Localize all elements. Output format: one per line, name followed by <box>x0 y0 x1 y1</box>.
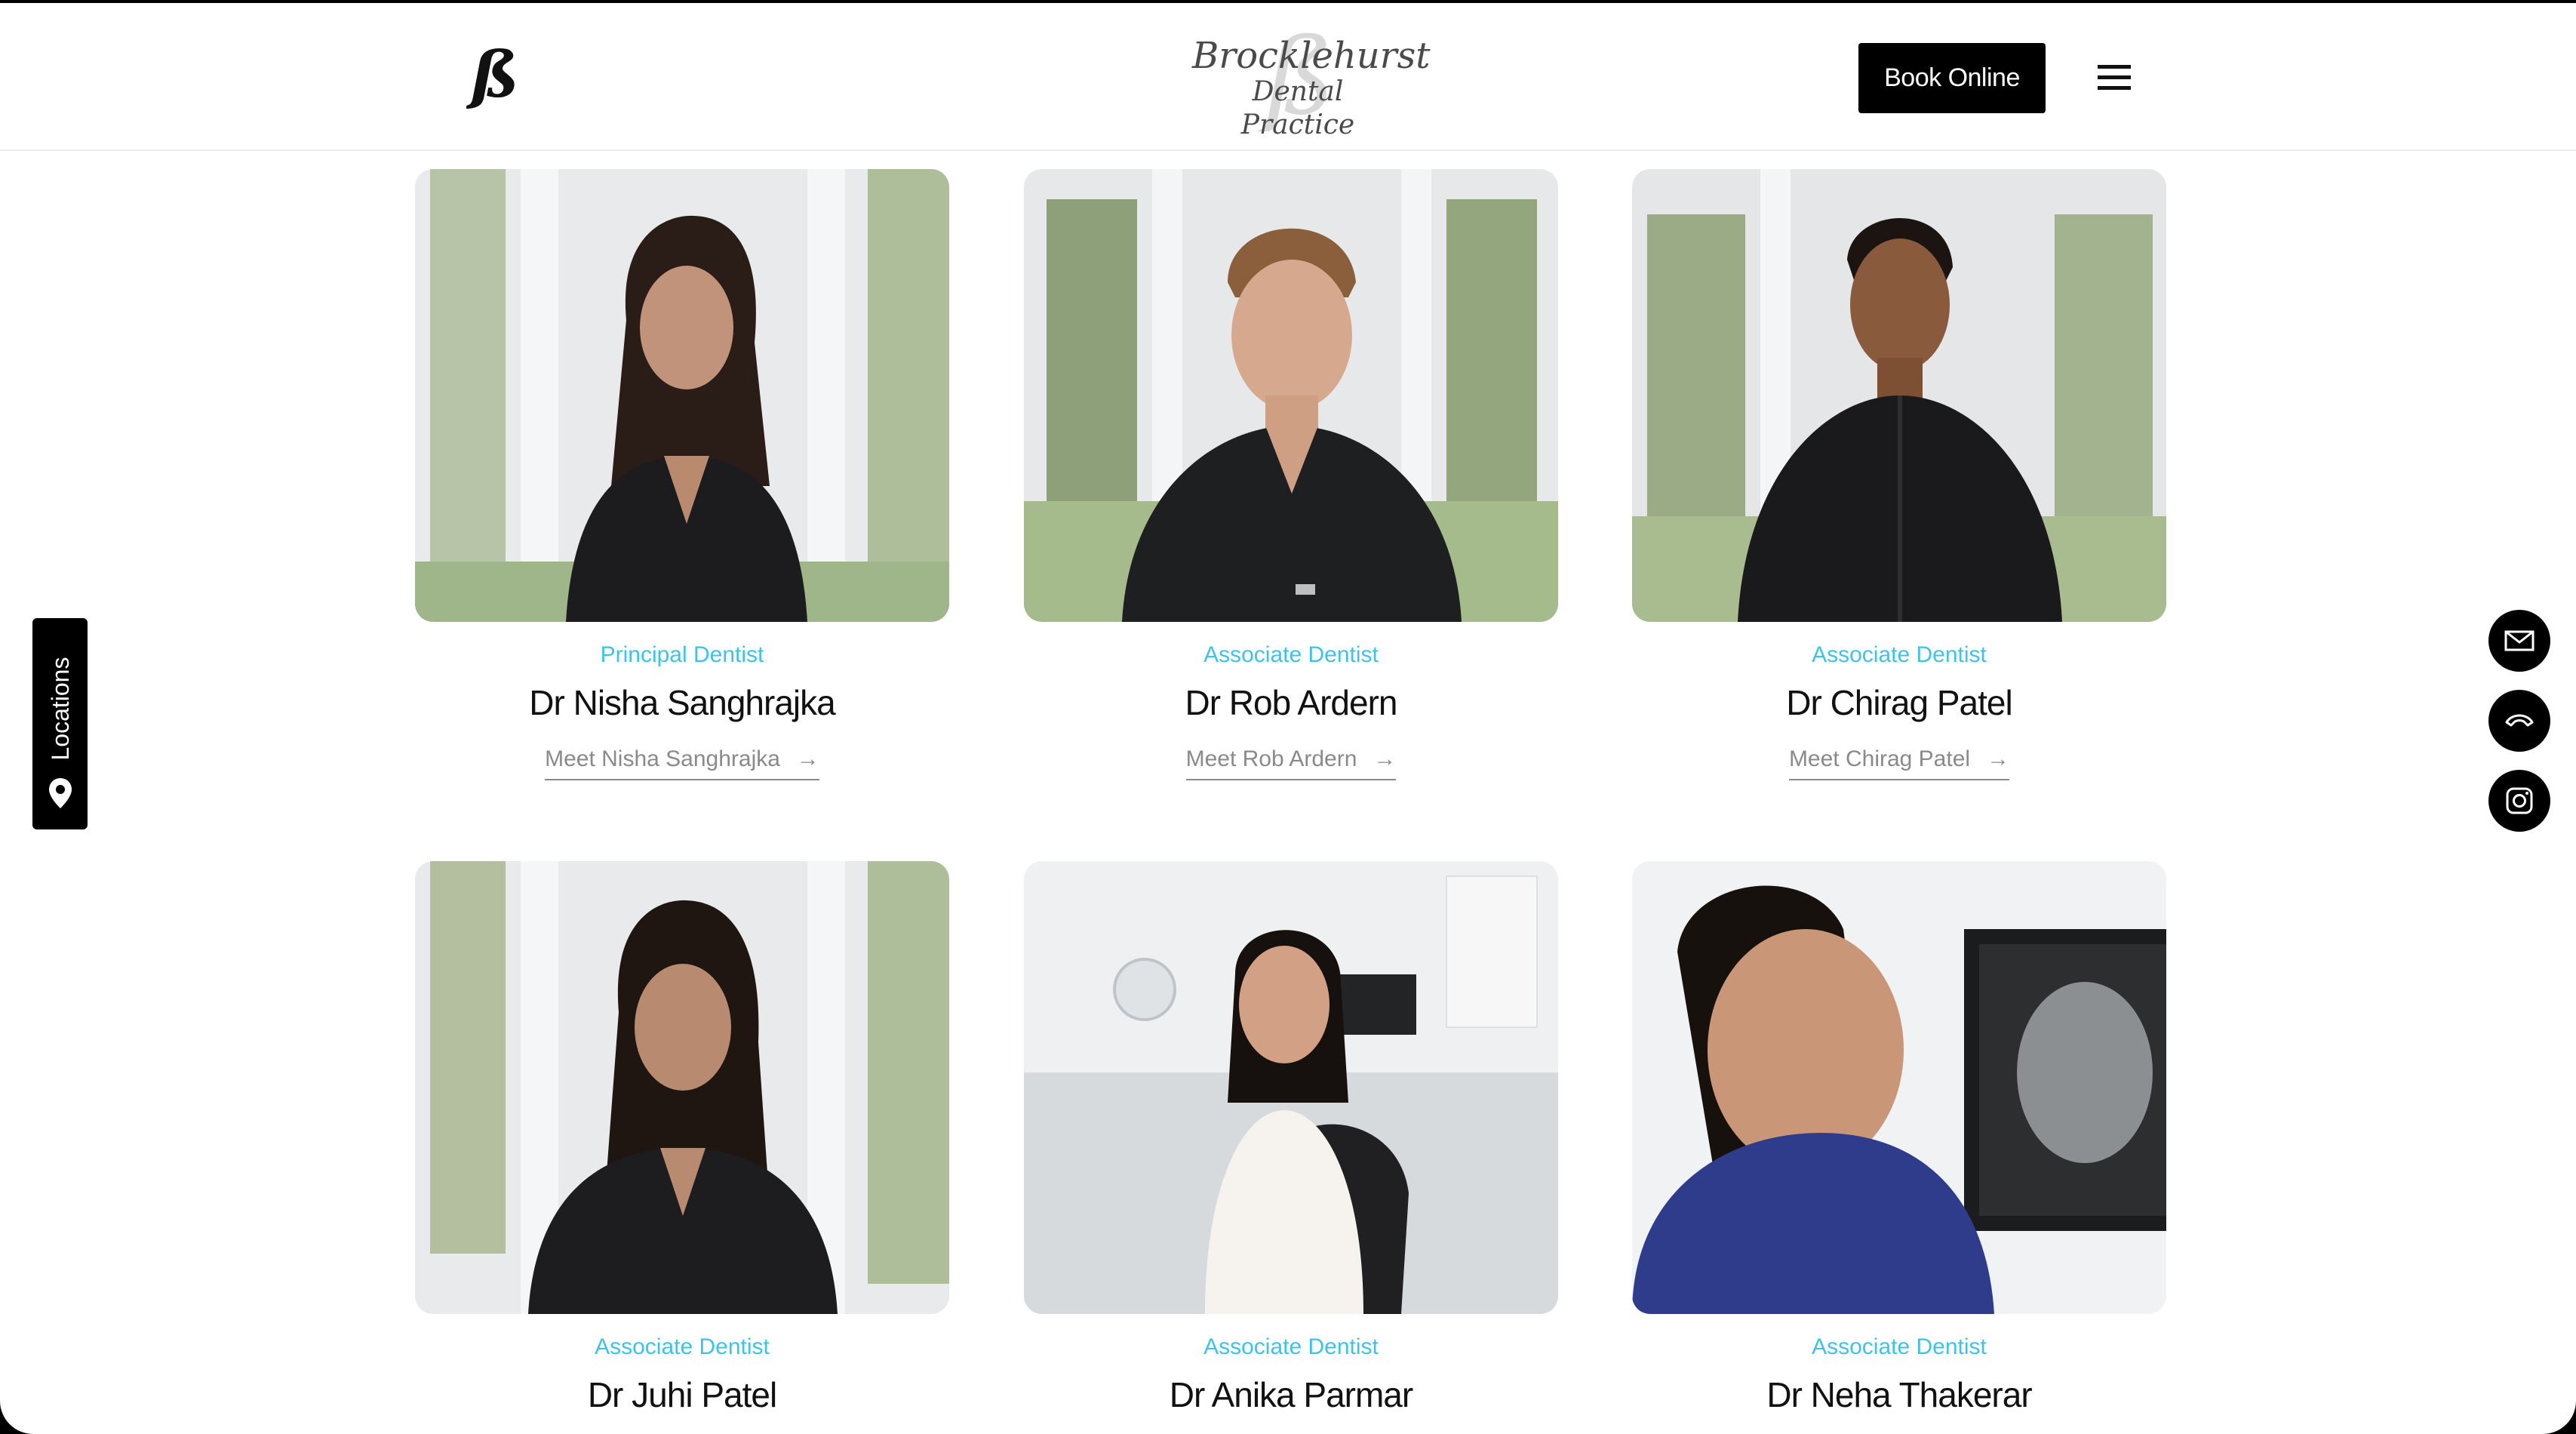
arrow-right-icon: → <box>1373 746 1397 771</box>
locations-tab[interactable]: Locations <box>32 618 88 829</box>
beta-logo-icon: ß <box>466 37 519 112</box>
map-pin-icon <box>49 778 72 808</box>
menu-bar <box>2098 75 2131 79</box>
svg-text:ß: ß <box>466 37 519 112</box>
brand-logo[interactable]: ß Brocklehurst Dental Practice <box>1192 26 1431 140</box>
portrait-image <box>415 169 949 622</box>
dentist-photo[interactable] <box>1632 861 2166 1314</box>
portrait-image <box>415 861 949 1314</box>
dentist-role: Associate Dentist <box>1203 1334 1379 1359</box>
meet-link-label: Meet Nisha Sanghrajka <box>545 746 780 771</box>
instagram-icon <box>2506 787 2533 814</box>
page: ß ß Brocklehurst Dental Practice Book On… <box>0 3 2576 1434</box>
dentist-name: Dr Anika Parmar <box>1169 1375 1413 1414</box>
portrait-image <box>1024 861 1558 1314</box>
portrait-image <box>1632 169 2166 622</box>
logo-link[interactable]: ß <box>466 33 519 116</box>
dentist-photo[interactable] <box>1632 169 2166 622</box>
locations-label: Locations <box>47 657 74 761</box>
menu-bar <box>2098 65 2131 69</box>
email-button[interactable] <box>2488 610 2550 672</box>
portrait-image <box>1024 169 1558 622</box>
book-online-button[interactable]: Book Online <box>1858 43 2046 113</box>
dentist-name: Dr Chirag Patel <box>1786 683 2012 722</box>
portrait-image <box>1632 861 2166 1314</box>
phone-icon <box>2505 714 2534 727</box>
meet-link-label: Meet Rob Ardern <box>1185 746 1357 771</box>
hamburger-menu-icon[interactable] <box>2098 65 2131 91</box>
dentist-photo[interactable] <box>415 169 949 622</box>
arrow-right-icon: → <box>796 746 819 771</box>
meet-dentist-link[interactable]: Meet Chirag Patel → <box>1788 744 2010 780</box>
meet-link-wrap: Meet Rob Ardern → <box>1024 744 1558 780</box>
meet-dentist-link[interactable]: Meet Nisha Sanghrajka → <box>545 744 819 780</box>
site-header: ß ß Brocklehurst Dental Practice Book On… <box>0 3 2576 151</box>
brand-subtitle: Dental Practice <box>1240 76 1355 140</box>
dentist-name: Dr Nisha Sanghrajka <box>529 683 835 722</box>
dentist-name: Dr Juhi Patel <box>587 1375 777 1414</box>
meet-link-label: Meet Chirag Patel <box>1788 746 1971 771</box>
mail-icon <box>2504 630 2535 651</box>
dentist-role: Associate Dentist <box>1812 1334 1987 1359</box>
dentist-photo[interactable] <box>1024 169 1558 622</box>
instagram-button[interactable] <box>2488 770 2550 832</box>
dentist-role: Associate Dentist <box>1812 642 1987 667</box>
dentist-role: Associate Dentist <box>1203 642 1379 667</box>
dentist-photo[interactable] <box>415 861 949 1314</box>
dentist-role: Principal Dentist <box>600 642 764 667</box>
meet-link-wrap: Meet Nisha Sanghrajka → <box>415 744 949 780</box>
dentist-name: Dr Neha Thakerar <box>1766 1375 2032 1414</box>
meet-link-wrap: Meet Chirag Patel → <box>1632 744 2166 780</box>
brand-name: Brocklehurst <box>1192 35 1431 77</box>
dentist-photo[interactable] <box>1024 861 1558 1314</box>
arrow-right-icon: → <box>1987 746 2010 771</box>
dentist-role: Associate Dentist <box>595 1334 770 1359</box>
browser-frame: ß ß Brocklehurst Dental Practice Book On… <box>0 0 2576 1434</box>
meet-dentist-link[interactable]: Meet Rob Ardern → <box>1185 744 1397 780</box>
phone-button[interactable] <box>2488 690 2550 752</box>
menu-bar <box>2098 86 2131 90</box>
dentist-name: Dr Rob Ardern <box>1185 683 1397 722</box>
